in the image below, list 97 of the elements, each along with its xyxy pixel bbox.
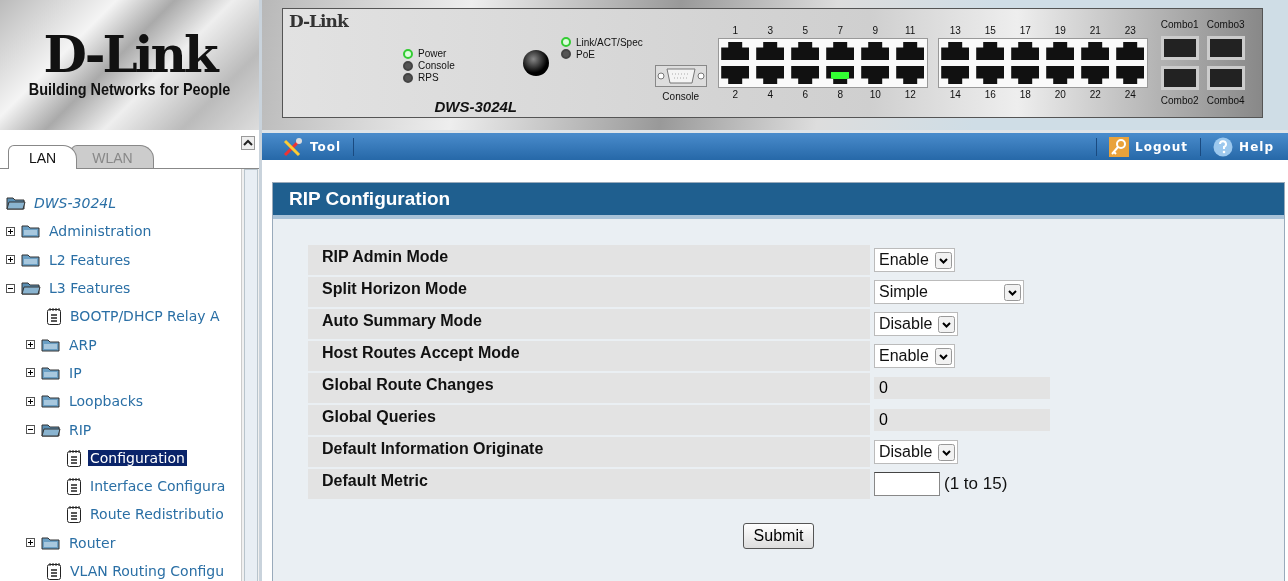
port-number: 11 [905, 24, 916, 38]
field-label: Default Metric [308, 469, 870, 499]
readonly-field: 0 [874, 377, 1050, 399]
tree-item[interactable]: RIP [67, 421, 94, 438]
tree-item[interactable]: L3 Features [47, 280, 133, 297]
page-icon [66, 477, 82, 496]
port-number: 4 [767, 88, 773, 102]
port-number: 17 [1019, 24, 1031, 38]
port-number: 12 [904, 88, 916, 102]
port-number: 13 [949, 24, 961, 38]
port-number: 15 [984, 24, 996, 38]
dropdown[interactable]: Enable [874, 344, 955, 368]
tools-icon [282, 136, 304, 157]
port-number: 9 [872, 24, 878, 38]
brand-logo: D-Link [43, 30, 216, 80]
sfp-port [1206, 66, 1245, 90]
port-number: 23 [1124, 24, 1136, 38]
tree-item[interactable]: Configuration [88, 449, 187, 466]
field-label: Auto Summary Mode [308, 309, 870, 339]
panel-title: RIP Configuration [273, 183, 1284, 219]
collapse-toggle[interactable] [6, 283, 15, 293]
tool-button[interactable]: Tool [276, 136, 348, 157]
page-icon [46, 307, 62, 326]
page-icon [66, 448, 82, 467]
port-label: Console [662, 90, 700, 102]
sfp-port [1160, 36, 1199, 60]
brand-logo: D-Link [288, 10, 350, 33]
led-label: RPS [418, 72, 439, 83]
help-button[interactable]: Help [1207, 136, 1280, 157]
collapse-toggle[interactable] [26, 425, 35, 434]
sfp-port [1160, 66, 1199, 90]
help-icon [1213, 136, 1234, 157]
port-number: 24 [1124, 88, 1136, 102]
dropdown[interactable]: Disable [874, 312, 959, 336]
expand-toggle[interactable] [6, 255, 15, 265]
tree-item[interactable]: IP [67, 364, 84, 381]
tagline: Building Networks for People [28, 80, 231, 100]
readonly-field: 0 [874, 409, 1050, 431]
expand-toggle[interactable] [26, 396, 35, 406]
port-number: Combo2 [1160, 94, 1199, 108]
port-number: Combo3 [1206, 18, 1245, 32]
tree-item[interactable]: Router [67, 534, 118, 551]
field-label: Split Horizon Mode [308, 277, 870, 307]
port-number: Combo4 [1206, 94, 1245, 108]
tree-item[interactable]: VLAN Routing Configu [68, 563, 227, 579]
tree-item[interactable]: DWS-3024L [32, 195, 118, 212]
input-field[interactable] [874, 472, 940, 496]
field-label: Default Information Originate [308, 437, 870, 467]
field-label: RIP Admin Mode [308, 245, 870, 275]
tree-item[interactable]: Route Redistributio [88, 506, 226, 523]
led-label: Power [418, 48, 447, 59]
field-label: Global Route Changes [308, 373, 870, 403]
tree-item[interactable]: Administration [47, 223, 154, 240]
tree-item[interactable]: Loopbacks [67, 393, 146, 410]
port-number: 6 [802, 88, 808, 102]
tree-item[interactable]: Interface Configura [88, 478, 228, 495]
led-label: Console [418, 60, 455, 71]
page-icon [66, 505, 82, 524]
key-icon [1109, 136, 1130, 157]
range-hint: (1 to 15) [944, 474, 1008, 494]
model-name: DWS-3024L [433, 98, 518, 117]
submit-button[interactable]: Submit [742, 523, 815, 549]
scroll-up-button[interactable] [241, 136, 255, 150]
port-number: 5 [802, 24, 808, 38]
port-number: 20 [1054, 88, 1066, 102]
port-number: 3 [767, 24, 773, 38]
port-number: 8 [837, 88, 843, 102]
field-label: Host Routes Accept Mode [308, 341, 870, 371]
port-number: 14 [949, 88, 961, 102]
expand-toggle[interactable] [26, 538, 35, 548]
reset-knob [523, 50, 549, 76]
led-label: Link/ACT/Spec [576, 36, 643, 48]
dropdown[interactable]: Disable [874, 440, 959, 464]
port-number: 21 [1089, 24, 1101, 38]
port-number: 1 [732, 24, 738, 38]
dropdown[interactable]: Simple [874, 280, 1024, 304]
tab[interactable]: LAN [8, 145, 78, 169]
port-number: Combo1 [1160, 18, 1199, 32]
serial-port-icon [654, 64, 707, 87]
dropdown[interactable]: Enable [874, 248, 955, 272]
port-number: 18 [1019, 88, 1031, 102]
tree-item[interactable]: ARP [67, 336, 99, 353]
expand-toggle[interactable] [6, 226, 15, 236]
led-label: PoE [576, 48, 595, 60]
expand-toggle[interactable] [26, 368, 35, 378]
sfp-port [1206, 36, 1245, 60]
port-number: 16 [984, 88, 996, 102]
port-number: 2 [732, 88, 738, 102]
field-label: Global Queries [308, 405, 870, 435]
tree-item[interactable]: BOOTP/DHCP Relay A [68, 308, 222, 325]
logout-button[interactable]: Logout [1103, 136, 1195, 157]
tree-item[interactable]: L2 Features [47, 251, 133, 268]
port-number: 19 [1054, 24, 1066, 38]
port-number: 22 [1089, 88, 1101, 102]
port-number: 7 [837, 24, 843, 38]
expand-toggle[interactable] [26, 340, 35, 350]
port-number: 10 [869, 88, 881, 102]
